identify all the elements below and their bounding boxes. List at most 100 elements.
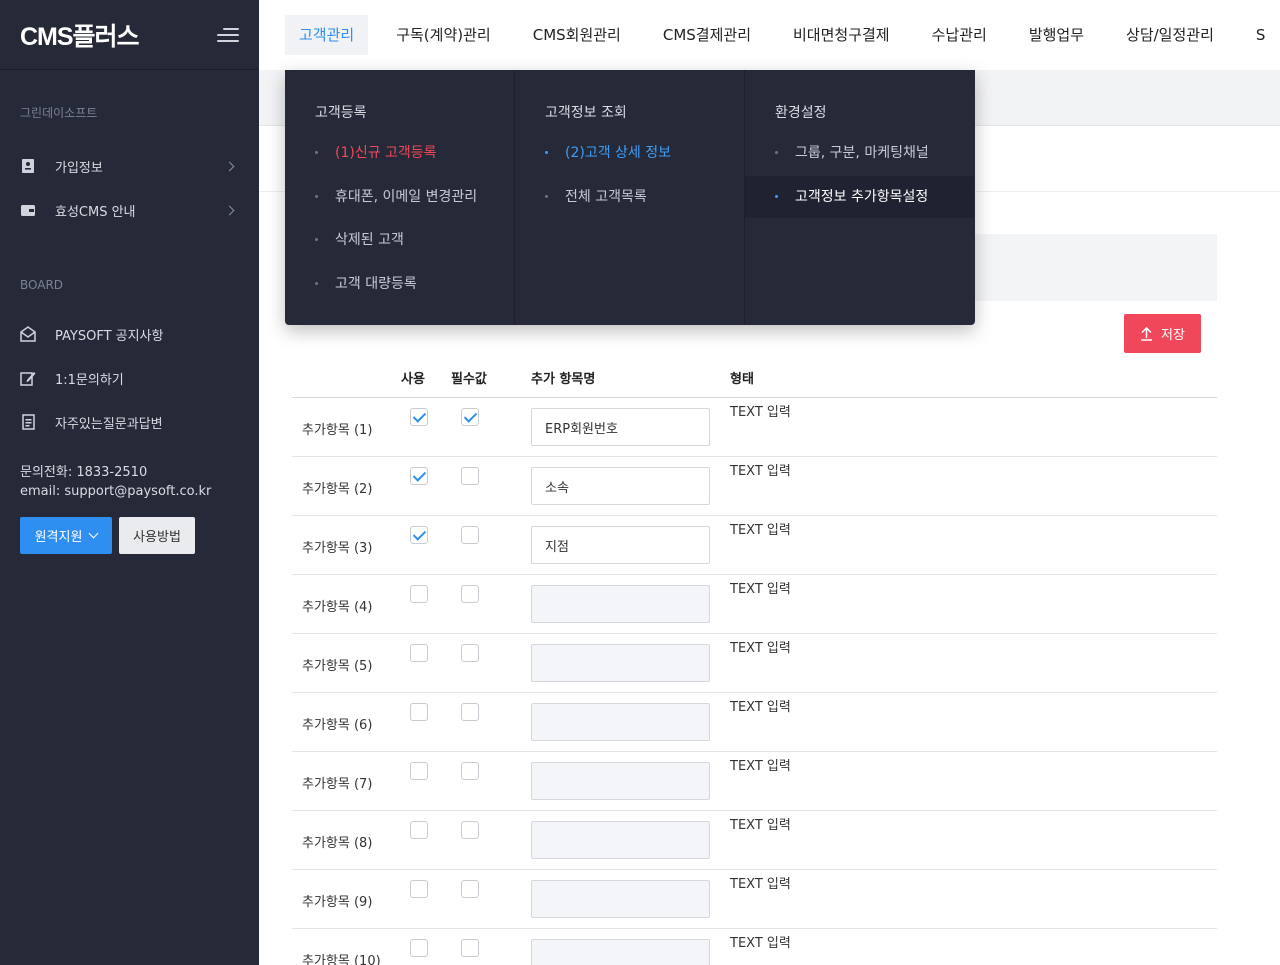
- field-name-input[interactable]: [531, 762, 710, 800]
- id-card-icon: [22, 159, 34, 173]
- menu-item-customer-detail[interactable]: (2)고객 상세 정보: [515, 132, 744, 174]
- field-type: TEXT 입력: [730, 936, 791, 951]
- nav-subscription-management[interactable]: 구독(계약)관리: [382, 15, 505, 55]
- row-label: 추가항목 (9): [302, 895, 373, 910]
- nav-cms-payment-management[interactable]: CMS결제관리: [649, 15, 765, 55]
- menu-toggle-icon[interactable]: [215, 25, 239, 45]
- mail-icon: [20, 326, 36, 342]
- field-type: TEXT 입력: [730, 700, 791, 715]
- field-name-input[interactable]: [531, 408, 710, 446]
- menu-column-lookup: 고객정보 조회 (2)고객 상세 정보 전체 고객목록: [515, 70, 745, 325]
- sidebar-item-hyosung-cms[interactable]: 효성CMS 안내: [0, 188, 259, 232]
- required-checkbox[interactable]: [461, 644, 479, 662]
- required-checkbox[interactable]: [461, 821, 479, 839]
- menu-item-contact-change[interactable]: 휴대폰, 이메일 변경관리: [285, 176, 514, 218]
- required-checkbox[interactable]: [461, 467, 479, 485]
- menu-column-title: 환경설정: [775, 105, 827, 121]
- wallet-icon: [21, 205, 35, 216]
- remote-support-label: 원격지원: [34, 530, 83, 545]
- nav-more[interactable]: S: [1242, 15, 1280, 55]
- usage-guide-button[interactable]: 사용방법: [119, 517, 195, 554]
- row-label: 추가항목 (6): [302, 718, 373, 733]
- sidebar-item-label: 자주있는질문과답변: [55, 416, 163, 432]
- logo[interactable]: CMS플러스: [20, 17, 140, 53]
- required-checkbox[interactable]: [461, 880, 479, 898]
- row-label: 추가항목 (4): [302, 600, 373, 615]
- menu-item-additional-fields[interactable]: 고객정보 추가항목설정: [745, 176, 974, 218]
- menu-item-group-settings[interactable]: 그룹, 구분, 마케팅채널: [745, 132, 974, 174]
- table-row: 추가항목 (3) TEXT 입력: [292, 516, 1217, 575]
- use-checkbox[interactable]: [410, 408, 428, 426]
- required-checkbox[interactable]: [461, 762, 479, 780]
- chevron-right-icon: [224, 161, 235, 171]
- edit-icon: [20, 372, 36, 386]
- menu-item-customer-list[interactable]: 전체 고객목록: [515, 176, 744, 218]
- chevron-down-icon: [88, 528, 99, 539]
- menu-item-new-customer[interactable]: (1)신규 고객등록: [285, 132, 514, 174]
- sidebar-item-inquiry[interactable]: 1:1문의하기: [0, 356, 259, 400]
- contact-email: email: support@paysoft.co.kr: [20, 484, 212, 499]
- nav-receipt-management[interactable]: 수납관리: [918, 15, 1001, 55]
- sidebar-item-label: 1:1문의하기: [55, 372, 124, 388]
- sidebar-item-faq[interactable]: 자주있는질문과답변: [0, 400, 259, 444]
- field-type: TEXT 입력: [730, 523, 791, 538]
- sidebar-item-label: PAYSOFT 공지사항: [55, 328, 164, 344]
- header-field-name: 추가 항목명: [531, 372, 596, 387]
- nav-customer-management[interactable]: 고객관리: [285, 15, 369, 55]
- sidebar-item-signup-info[interactable]: 가입정보: [0, 144, 259, 188]
- nav-issuance[interactable]: 발행업무: [1015, 15, 1098, 55]
- required-checkbox[interactable]: [461, 939, 479, 957]
- use-checkbox[interactable]: [410, 644, 428, 662]
- field-name-input[interactable]: [531, 939, 710, 965]
- logo-bar: CMS플러스: [0, 0, 259, 70]
- row-label: 추가항목 (3): [302, 541, 373, 556]
- table-row: 추가항목 (9) TEXT 입력: [292, 870, 1217, 929]
- required-checkbox[interactable]: [461, 585, 479, 603]
- sidebar-item-label: 가입정보: [55, 160, 103, 176]
- required-checkbox[interactable]: [461, 526, 479, 544]
- contact-phone: 문의전화: 1833-2510: [20, 465, 148, 480]
- row-label: 추가항목 (10): [302, 954, 381, 965]
- top-nav: 고객관리 구독(계약)관리 CMS회원관리 CMS결제관리 비대면청구결제 수납…: [259, 0, 1280, 70]
- row-label: 추가항목 (8): [302, 836, 373, 851]
- use-checkbox[interactable]: [410, 880, 428, 898]
- use-checkbox[interactable]: [410, 526, 428, 544]
- save-label: 저장: [1161, 328, 1185, 343]
- nav-cms-member-management[interactable]: CMS회원관리: [519, 15, 635, 55]
- required-checkbox[interactable]: [461, 408, 479, 426]
- use-checkbox[interactable]: [410, 703, 428, 721]
- remote-support-button[interactable]: 원격지원: [20, 517, 112, 554]
- menu-column-title: 고객정보 조회: [545, 105, 627, 121]
- sidebar: CMS플러스 그린데이소프트 가입정보 효성CMS 안내 BOARD PAYSO…: [0, 0, 259, 965]
- save-button[interactable]: 저장: [1124, 314, 1201, 353]
- menu-column-registration: 고객등록 (1)신규 고객등록 휴대폰, 이메일 변경관리 삭제된 고객 고객 …: [285, 70, 515, 325]
- row-label: 추가항목 (1): [302, 423, 373, 438]
- field-name-input[interactable]: [531, 644, 710, 682]
- field-type: TEXT 입력: [730, 641, 791, 656]
- field-name-input[interactable]: [531, 585, 710, 623]
- table-header: 사용 필수값 추가 항목명 형태: [292, 356, 1217, 398]
- menu-item-bulk-registration[interactable]: 고객 대량등록: [285, 263, 514, 305]
- table-row: 추가항목 (1) TEXT 입력: [292, 398, 1217, 457]
- use-checkbox[interactable]: [410, 585, 428, 603]
- use-checkbox[interactable]: [410, 467, 428, 485]
- menu-column-settings: 환경설정 그룹, 구분, 마케팅채널 고객정보 추가항목설정: [745, 70, 975, 325]
- required-checkbox[interactable]: [461, 703, 479, 721]
- field-name-input[interactable]: [531, 526, 710, 564]
- sidebar-item-notice[interactable]: PAYSOFT 공지사항: [0, 312, 259, 356]
- nav-consultation-schedule[interactable]: 상담/일정관리: [1112, 15, 1228, 55]
- field-name-input[interactable]: [531, 821, 710, 859]
- field-type: TEXT 입력: [730, 464, 791, 479]
- table-body: 추가항목 (1)TEXT 입력추가항목 (2)TEXT 입력추가항목 (3)TE…: [292, 398, 1217, 965]
- sidebar-item-label: 효성CMS 안내: [55, 204, 136, 220]
- field-name-input[interactable]: [531, 880, 710, 918]
- use-checkbox[interactable]: [410, 939, 428, 957]
- use-checkbox[interactable]: [410, 821, 428, 839]
- field-type: TEXT 입력: [730, 877, 791, 892]
- nav-contactless-billing[interactable]: 비대면청구결제: [779, 15, 904, 55]
- menu-item-deleted-customers[interactable]: 삭제된 고객: [285, 219, 514, 261]
- field-type: TEXT 입력: [730, 405, 791, 420]
- use-checkbox[interactable]: [410, 762, 428, 780]
- field-name-input[interactable]: [531, 703, 710, 741]
- field-name-input[interactable]: [531, 467, 710, 505]
